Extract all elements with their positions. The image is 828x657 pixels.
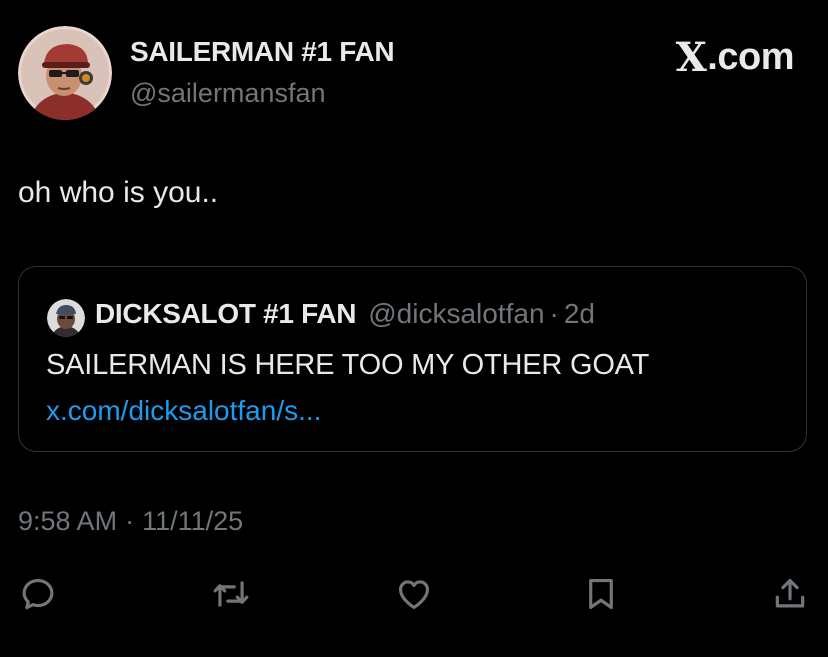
quote-separator: · bbox=[549, 298, 559, 329]
tweet-time: 9:58 AM bbox=[18, 506, 118, 536]
quote-text: SAILERMAN IS HERE TOO MY OTHER GOAT bbox=[46, 349, 650, 381]
reply-button[interactable] bbox=[18, 574, 58, 614]
tweet-timestamp: 9:58 AM · 11/11/25 bbox=[18, 506, 243, 537]
share-icon bbox=[775, 578, 805, 608]
share-button[interactable] bbox=[770, 574, 810, 614]
heart-icon bbox=[398, 580, 430, 610]
x-logo-suffix: .com bbox=[707, 36, 794, 78]
quote-link[interactable]: x.com/dicksalotfan/s... bbox=[46, 395, 321, 427]
reply-icon bbox=[22, 578, 54, 610]
bookmark-button[interactable] bbox=[581, 574, 621, 614]
like-button[interactable] bbox=[394, 574, 434, 614]
quoted-tweet[interactable]: DICKSALOT #1 FAN @dicksalotfan · 2d SAIL… bbox=[18, 266, 807, 452]
bookmark-icon bbox=[589, 578, 613, 610]
tweet-text: oh who is you.. bbox=[18, 176, 219, 209]
tweet-card: SAILERMAN #1 FAN @sailermansfan X .com oh… bbox=[0, 0, 828, 657]
tweet-date: 11/11/25 bbox=[142, 506, 244, 536]
retweet-button[interactable] bbox=[211, 574, 251, 614]
author-avatar[interactable] bbox=[18, 26, 112, 120]
x-logo: X .com bbox=[675, 33, 795, 81]
timestamp-separator: · bbox=[125, 506, 135, 536]
author-name[interactable]: SAILERMAN #1 FAN bbox=[130, 36, 395, 68]
quote-author-avatar bbox=[47, 299, 85, 337]
quote-time: 2d bbox=[563, 298, 596, 329]
retweet-icon bbox=[213, 581, 249, 607]
quote-author-name[interactable]: DICKSALOT #1 FAN bbox=[95, 298, 357, 330]
author-handle[interactable]: @sailermansfan bbox=[130, 78, 326, 109]
x-logo-glyph: X bbox=[675, 33, 707, 81]
quote-header: DICKSALOT #1 FAN @dicksalotfan · 2d bbox=[95, 298, 595, 330]
quote-author-handle[interactable]: @dicksalotfan bbox=[368, 298, 544, 330]
